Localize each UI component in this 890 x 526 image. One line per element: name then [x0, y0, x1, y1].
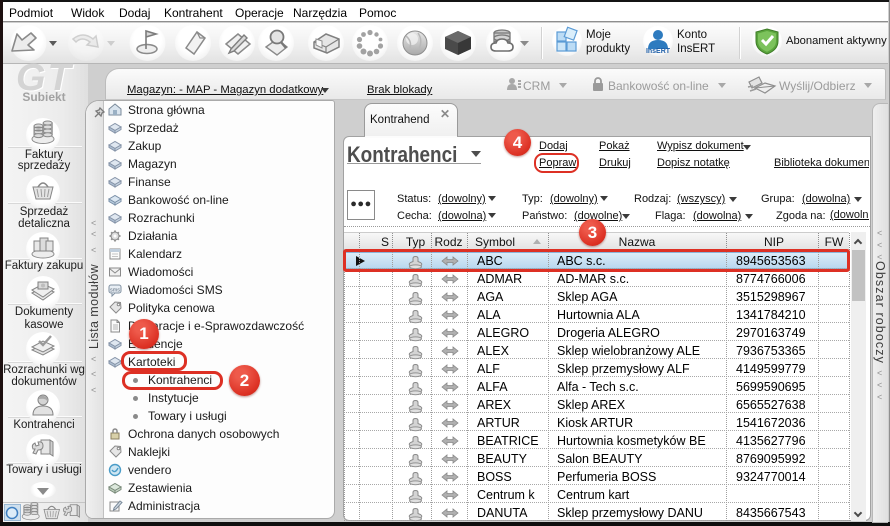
svg-text:sms: sms: [110, 288, 120, 294]
svg-text:InsERT: InsERT: [646, 48, 671, 55]
